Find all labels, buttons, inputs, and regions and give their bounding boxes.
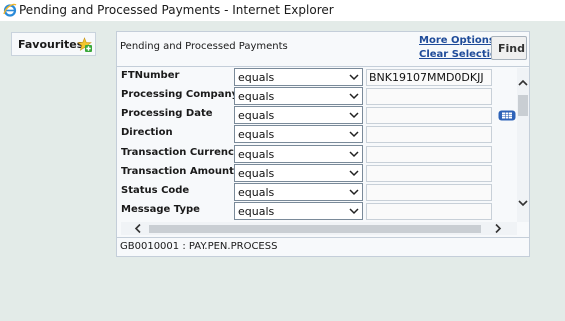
scroll-right-icon[interactable] bbox=[491, 222, 505, 235]
calendar-icon[interactable] bbox=[498, 109, 516, 121]
criteria-row-ftnumber: FTNumber equals BNK19107MMD0DKJJ bbox=[121, 68, 517, 87]
scroll-up-icon[interactable] bbox=[517, 76, 529, 90]
vertical-scroll-thumb[interactable] bbox=[518, 95, 528, 116]
operator-value: equals bbox=[238, 148, 275, 161]
operator-value: equals bbox=[238, 90, 275, 103]
horizontal-scroll-thumb[interactable] bbox=[149, 225, 481, 233]
value-input[interactable] bbox=[366, 203, 492, 220]
field-label: Direction bbox=[121, 127, 173, 138]
value-input[interactable] bbox=[366, 165, 492, 182]
operator-value: equals bbox=[238, 205, 275, 218]
vertical-scrollbar[interactable] bbox=[517, 68, 529, 222]
value-input[interactable] bbox=[366, 184, 492, 201]
value-text: BNK19107MMD0DKJJ bbox=[369, 71, 484, 84]
title-bar: Pending and Processed Payments - Interne… bbox=[0, 0, 565, 21]
chevron-down-icon bbox=[349, 112, 359, 119]
criteria-grid: FTNumber equals BNK19107MMD0DKJJ Process… bbox=[121, 68, 517, 222]
operator-select[interactable]: equals bbox=[234, 68, 363, 86]
status-text: GB0010001 : PAY.PEN.PROCESS bbox=[120, 241, 278, 252]
horizontal-scrollbar[interactable] bbox=[121, 222, 517, 235]
field-label: Transaction Amount bbox=[121, 166, 234, 177]
status-divider bbox=[117, 237, 529, 238]
value-input[interactable] bbox=[366, 107, 492, 124]
operator-value: equals bbox=[238, 167, 275, 180]
field-label: Processing Date bbox=[121, 108, 213, 119]
operator-select[interactable]: equals bbox=[234, 202, 363, 220]
favourites-button[interactable]: Favourites bbox=[11, 32, 96, 56]
chevron-down-icon bbox=[349, 170, 359, 177]
window-title: Pending and Processed Payments - Interne… bbox=[19, 3, 334, 17]
operator-select[interactable]: equals bbox=[234, 183, 363, 201]
value-input[interactable] bbox=[366, 126, 492, 143]
operator-select[interactable]: equals bbox=[234, 145, 363, 163]
scroll-down-icon[interactable] bbox=[517, 196, 529, 210]
field-label: Status Code bbox=[121, 185, 190, 196]
criteria-row-transaction-amount: Transaction Amount equals bbox=[121, 164, 517, 183]
operator-value: equals bbox=[238, 128, 275, 141]
value-input[interactable] bbox=[366, 88, 492, 105]
panel-divider bbox=[117, 66, 529, 67]
search-panel: Pending and Processed Payments More Opti… bbox=[116, 31, 530, 257]
field-label: Processing Company bbox=[121, 89, 239, 100]
criteria-row-direction: Direction equals bbox=[121, 125, 517, 144]
value-input[interactable] bbox=[366, 146, 492, 163]
chevron-down-icon bbox=[349, 189, 359, 196]
chevron-down-icon bbox=[349, 208, 359, 215]
operator-select[interactable]: equals bbox=[234, 125, 363, 143]
favourites-label: Favourites bbox=[18, 38, 84, 51]
favourites-add-icon bbox=[77, 37, 92, 52]
criteria-row-message-type: Message Type equals bbox=[121, 202, 517, 221]
panel-title: Pending and Processed Payments bbox=[120, 41, 288, 52]
operator-select[interactable]: equals bbox=[234, 164, 363, 182]
field-label: Transaction Currency bbox=[121, 147, 241, 158]
operator-value: equals bbox=[238, 71, 275, 84]
operator-select[interactable]: equals bbox=[234, 106, 363, 124]
more-options-link[interactable]: More Options bbox=[419, 35, 495, 46]
operator-value: equals bbox=[238, 109, 275, 122]
chevron-down-icon bbox=[349, 131, 359, 138]
chevron-down-icon bbox=[349, 74, 359, 81]
operator-select[interactable]: equals bbox=[234, 87, 363, 105]
value-input[interactable]: BNK19107MMD0DKJJ bbox=[366, 69, 492, 86]
find-button[interactable]: Find bbox=[491, 36, 527, 60]
field-label: FTNumber bbox=[121, 70, 180, 81]
chevron-down-icon bbox=[349, 151, 359, 158]
chevron-down-icon bbox=[349, 93, 359, 100]
operator-value: equals bbox=[238, 186, 275, 199]
criteria-row-transaction-currency: Transaction Currency equals bbox=[121, 145, 517, 164]
criteria-row-processing-company: Processing Company equals bbox=[121, 87, 517, 106]
field-label: Message Type bbox=[121, 204, 200, 215]
criteria-row-processing-date: Processing Date equals bbox=[121, 106, 517, 125]
criteria-row-status-code: Status Code equals bbox=[121, 183, 517, 202]
scroll-left-icon[interactable] bbox=[131, 222, 145, 235]
internet-explorer-icon bbox=[3, 3, 17, 17]
